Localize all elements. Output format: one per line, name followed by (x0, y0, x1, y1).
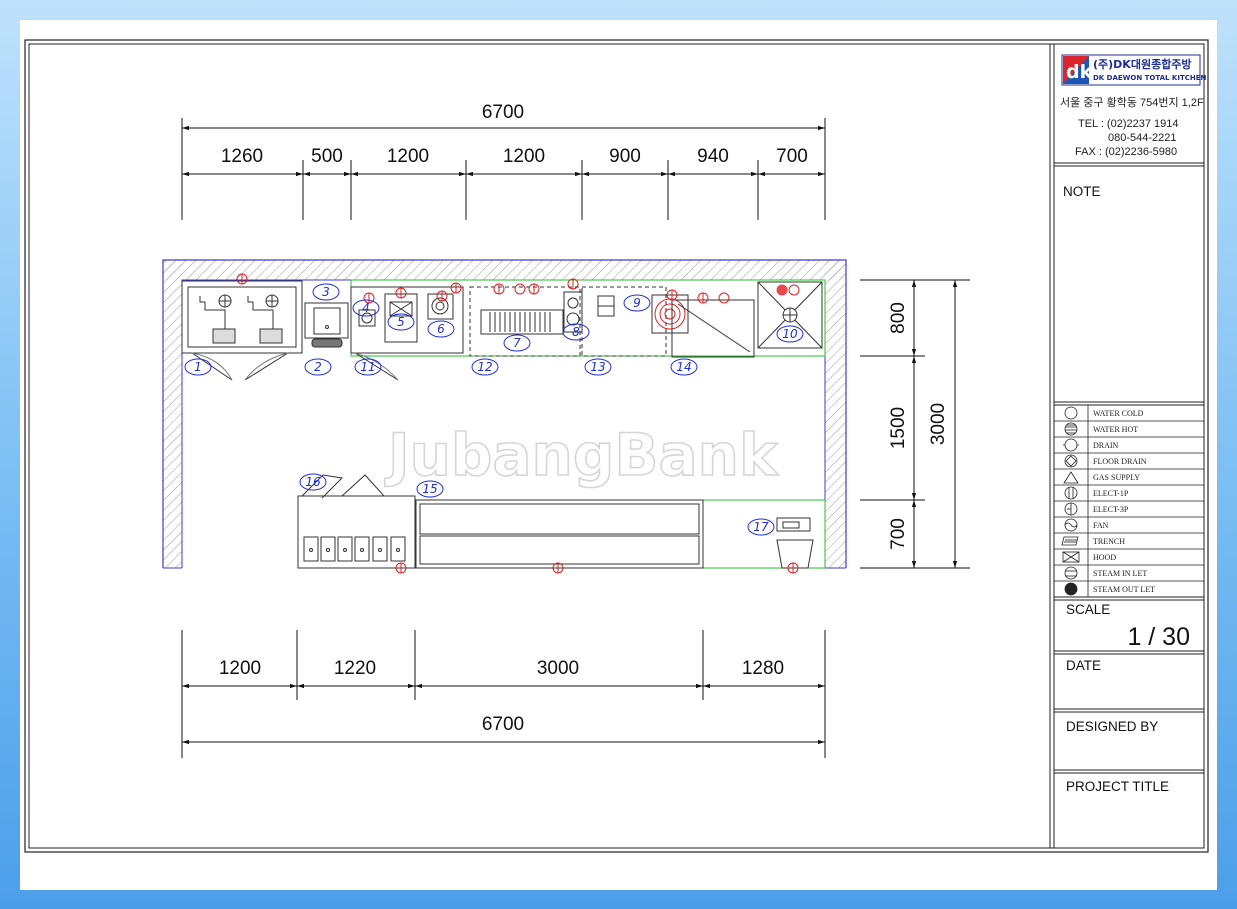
company-address: 서울 중구 황학동 754번지 1,2F (1060, 96, 1204, 109)
top-dimensions (181, 118, 826, 220)
legend-label-1: WATER COLD (1093, 409, 1144, 418)
equipment-tags (184, 283, 804, 536)
tag-11: 11 (360, 360, 375, 374)
tag-1: 1 (194, 360, 202, 374)
legend-label-10: HOOD (1093, 553, 1116, 562)
right-total-dimension: 3000 (928, 403, 949, 445)
bottom-dimension-3: 3000 (537, 658, 579, 679)
top-dimension-6: 940 (697, 146, 729, 167)
floor-drain-icon (1064, 454, 1078, 468)
company-fax: FAX : (02)2236-5980 (1075, 146, 1177, 158)
company-name-kr: (주)DK대원종합주방 (1093, 57, 1192, 71)
right-dimension-2: 1500 (888, 407, 909, 449)
company-tel: TEL : (02)2237 1914 (1078, 118, 1179, 130)
drawing-sheet: JubangBank 6700 1260 500 1200 1200 900 9… (20, 20, 1217, 890)
fan-icon (1064, 518, 1078, 532)
tag-9: 9 (633, 296, 641, 310)
bottom-dimension-2: 1220 (334, 658, 376, 679)
top-dimension-5: 900 (609, 146, 641, 167)
trench-icon (1061, 536, 1079, 546)
legend-label-4: FLOOR DRAIN (1093, 457, 1147, 466)
legend-label-12: STEAM OUT LET (1093, 585, 1155, 594)
legend-label-7: ELECT-3P (1093, 505, 1129, 514)
watermark: JubangBank (384, 421, 779, 489)
tag-17: 17 (753, 520, 769, 534)
tag-14: 14 (676, 360, 691, 374)
legend-label-9: TRENCH (1093, 537, 1125, 546)
legend-label-3: DRAIN (1093, 441, 1119, 450)
tag-6: 6 (437, 322, 445, 336)
top-dimension-2: 500 (311, 146, 343, 167)
scale-value: 1 / 30 (1127, 623, 1190, 651)
tag-12: 12 (477, 360, 492, 374)
right-dimensions (860, 279, 970, 569)
top-dimension-4: 1200 (503, 146, 545, 167)
floor-plan-drawing: JubangBank 6700 1260 500 1200 1200 900 9… (24, 39, 1209, 853)
designed-by-label: DESIGNED BY (1066, 719, 1158, 734)
hood-icon (1062, 551, 1080, 563)
top-dimension-3: 1200 (387, 146, 429, 167)
water-cold-icon (1064, 406, 1078, 420)
steam-out-let-icon (1064, 582, 1078, 596)
walls (162, 259, 847, 569)
drain-icon (1063, 438, 1079, 452)
legend-label-2: WATER HOT (1093, 425, 1138, 434)
tag-10: 10 (782, 327, 798, 341)
tag-7: 7 (513, 336, 521, 350)
tag-15: 15 (422, 482, 437, 496)
tag-2: 2 (314, 360, 322, 374)
tag-8: 8 (572, 325, 580, 339)
elect-3p-icon (1064, 502, 1078, 516)
legend-label-6: ELECT-1P (1093, 489, 1129, 498)
company-name-en: DK DAEWON TOTAL KITCHEN (1093, 74, 1207, 82)
legend-label-11: STEAM IN LET (1093, 569, 1147, 578)
bottom-dimension-4: 1280 (742, 658, 784, 679)
top-dimension-1: 1260 (221, 146, 263, 167)
note-label: NOTE (1063, 184, 1101, 199)
water-hot-icon (1064, 422, 1078, 436)
legend-label-8: FAN (1093, 521, 1109, 530)
logo-mark: dk (1066, 61, 1093, 83)
bottom-total-dimension: 6700 (482, 714, 524, 735)
project-title-label: PROJECT TITLE (1066, 779, 1169, 794)
company-logo: dk (주)DK대원종합주방 DK DAEWON TOTAL KITCHEN (1061, 54, 1207, 86)
tag-4: 4 (362, 301, 370, 315)
elect-1p-icon (1064, 486, 1078, 500)
scale-label: SCALE (1066, 602, 1110, 617)
tag-13: 13 (590, 360, 605, 374)
top-dimension-7: 700 (776, 146, 808, 167)
company-tel2: 080-544-2221 (1108, 132, 1177, 144)
steam-in-let-icon (1064, 566, 1078, 580)
bottom-dimension-1: 1200 (219, 658, 261, 679)
bottom-dimensions (181, 630, 826, 758)
tag-5: 5 (397, 315, 405, 329)
legend-label-5: GAS SUPPLY (1093, 473, 1140, 482)
top-total-dimension: 6700 (482, 102, 524, 123)
right-dimension-3: 700 (888, 518, 909, 550)
tag-16: 16 (305, 475, 321, 489)
tag-3: 3 (322, 285, 330, 299)
right-dimension-1: 800 (888, 302, 909, 334)
gas-supply-icon (1063, 471, 1079, 484)
date-label: DATE (1066, 658, 1101, 673)
